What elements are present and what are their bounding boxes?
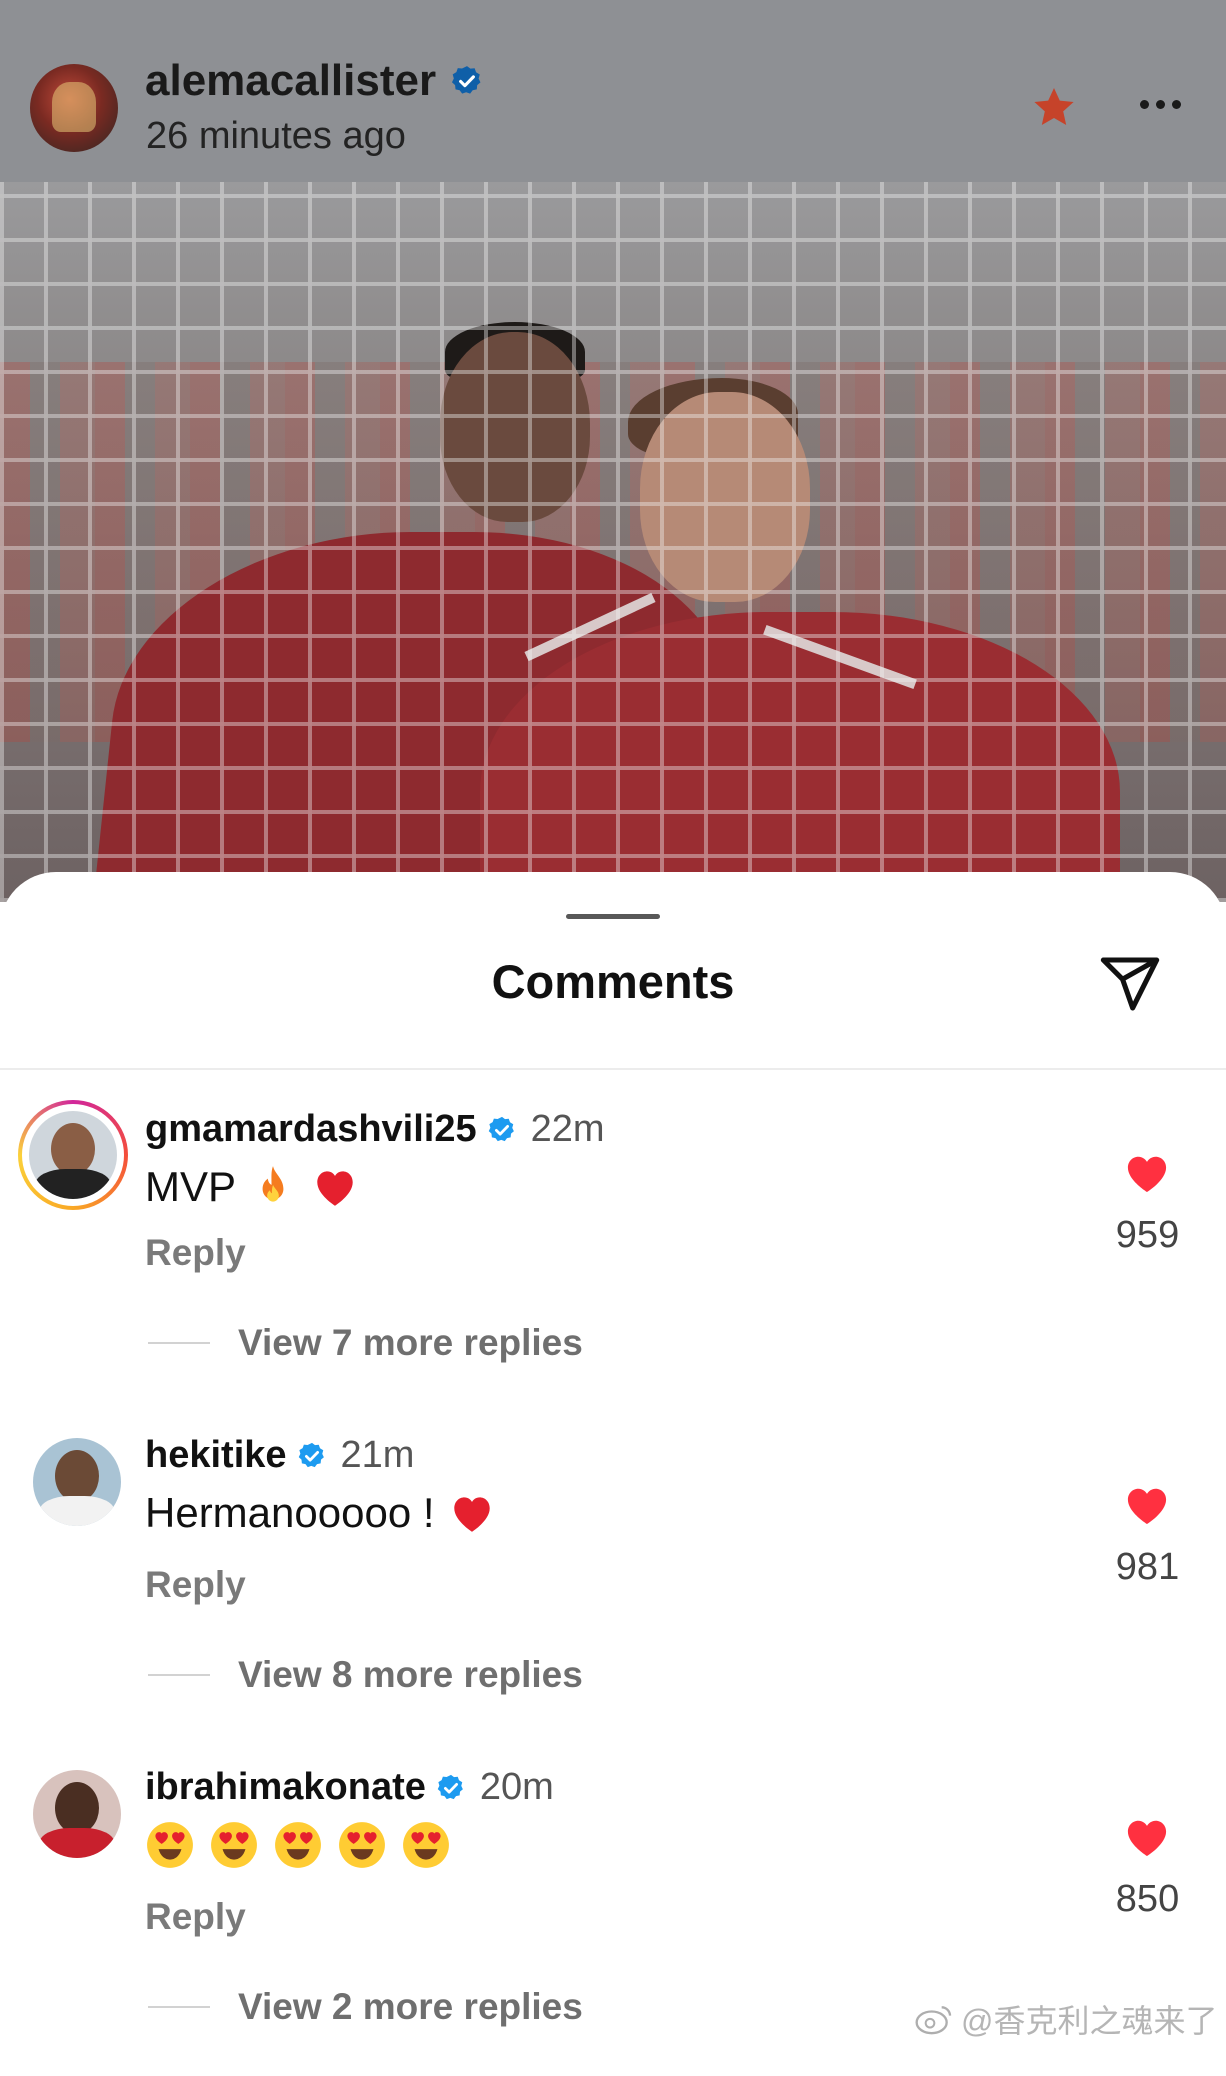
like-heart-icon[interactable] <box>1124 1484 1170 1526</box>
like-count: 981 <box>1115 1546 1180 1588</box>
reply-button[interactable]: Reply <box>145 1564 246 1606</box>
story-ring[interactable] <box>18 1100 128 1210</box>
verified-badge-icon <box>452 66 481 94</box>
comment-item: hekitike 21m Hermanooooo ! Reply View 8 … <box>0 1414 1226 1744</box>
commenter-username[interactable]: gmamardashvili25 <box>145 1108 477 1151</box>
author-avatar[interactable] <box>30 64 118 152</box>
commenter-username[interactable]: hekitike <box>145 1434 287 1477</box>
heart-eyes-emoji-icon <box>275 1822 321 1868</box>
comment-text: Hermanooooo ! <box>145 1489 435 1536</box>
comment-text-row: Hermanooooo ! <box>145 1488 497 1538</box>
comment-item: gmamardashvili25 22m MVP Reply View 7 mo… <box>0 1082 1226 1412</box>
comments-title: Comments <box>491 955 735 1008</box>
view-more-replies[interactable]: View 8 more replies <box>148 1654 583 1696</box>
commenter-username-row[interactable]: gmamardashvili25 22m <box>145 1108 605 1151</box>
heart-eyes-emoji-icon <box>211 1822 257 1868</box>
like-count: 850 <box>1115 1878 1180 1920</box>
comment-text-row: MVP <box>145 1162 360 1212</box>
comment-time: 21m <box>340 1434 415 1476</box>
heart-eyes-emoji-icon <box>147 1822 193 1868</box>
reply-button[interactable]: Reply <box>145 1232 246 1274</box>
commenter-username[interactable]: ibrahimakonate <box>145 1766 426 1809</box>
comments-sheet: Comments gmamardashvili25 22m MVP Reply … <box>0 872 1226 2048</box>
commenter-username-row[interactable]: ibrahimakonate 20m <box>145 1766 554 1809</box>
commenter-username-row[interactable]: hekitike 21m <box>145 1434 414 1477</box>
weibo-logo-icon <box>915 2006 952 2035</box>
like-heart-icon[interactable] <box>1124 1816 1170 1858</box>
post-photo <box>0 182 1226 902</box>
verified-badge-icon <box>488 1116 514 1141</box>
comment-text-row <box>145 1820 451 1870</box>
view-more-replies-label[interactable]: View 7 more replies <box>238 1322 583 1364</box>
comment-text: MVP <box>145 1163 237 1210</box>
commenter-avatar[interactable] <box>29 1111 117 1199</box>
view-more-replies-label[interactable]: View 8 more replies <box>238 1654 583 1696</box>
author-username[interactable]: alemacallister <box>145 56 436 106</box>
comment-time: 22m <box>530 1108 605 1150</box>
commenter-avatar[interactable] <box>33 1770 121 1858</box>
like-heart-icon[interactable] <box>1124 1152 1170 1194</box>
header-divider <box>0 1068 1226 1070</box>
verified-badge-icon <box>298 1442 324 1467</box>
view-more-replies[interactable]: View 7 more replies <box>148 1322 583 1364</box>
like-count: 959 <box>1115 1214 1180 1256</box>
view-more-replies[interactable]: View 2 more replies <box>148 1986 583 2028</box>
red-heart-emoji-icon <box>317 1171 353 1206</box>
reply-button[interactable]: Reply <box>145 1896 246 1938</box>
heart-eyes-emoji-icon <box>403 1822 449 1868</box>
more-options-icon[interactable] <box>1140 96 1188 114</box>
commenter-avatar[interactable] <box>33 1438 121 1526</box>
red-heart-emoji-icon <box>453 1497 490 1532</box>
post-time: 26 minutes ago <box>146 115 406 157</box>
post-header: alemacallister 26 minutes ago <box>0 0 1226 182</box>
weibo-watermark: @香克利之魂来了 <box>915 1996 1218 2042</box>
comment-time: 20m <box>479 1766 554 1808</box>
share-send-icon[interactable] <box>1098 952 1162 1016</box>
sheet-grabber[interactable] <box>566 914 660 919</box>
heart-eyes-emoji-icon <box>339 1822 385 1868</box>
watermark-text: @香克利之魂来了 <box>961 2003 1218 2039</box>
verified-badge-icon <box>437 1774 463 1799</box>
fire-emoji-icon <box>262 1166 284 1202</box>
favorite-star-icon[interactable] <box>1030 84 1078 132</box>
view-more-replies-label[interactable]: View 2 more replies <box>238 1986 583 2028</box>
author-username-row[interactable]: alemacallister <box>145 56 484 106</box>
